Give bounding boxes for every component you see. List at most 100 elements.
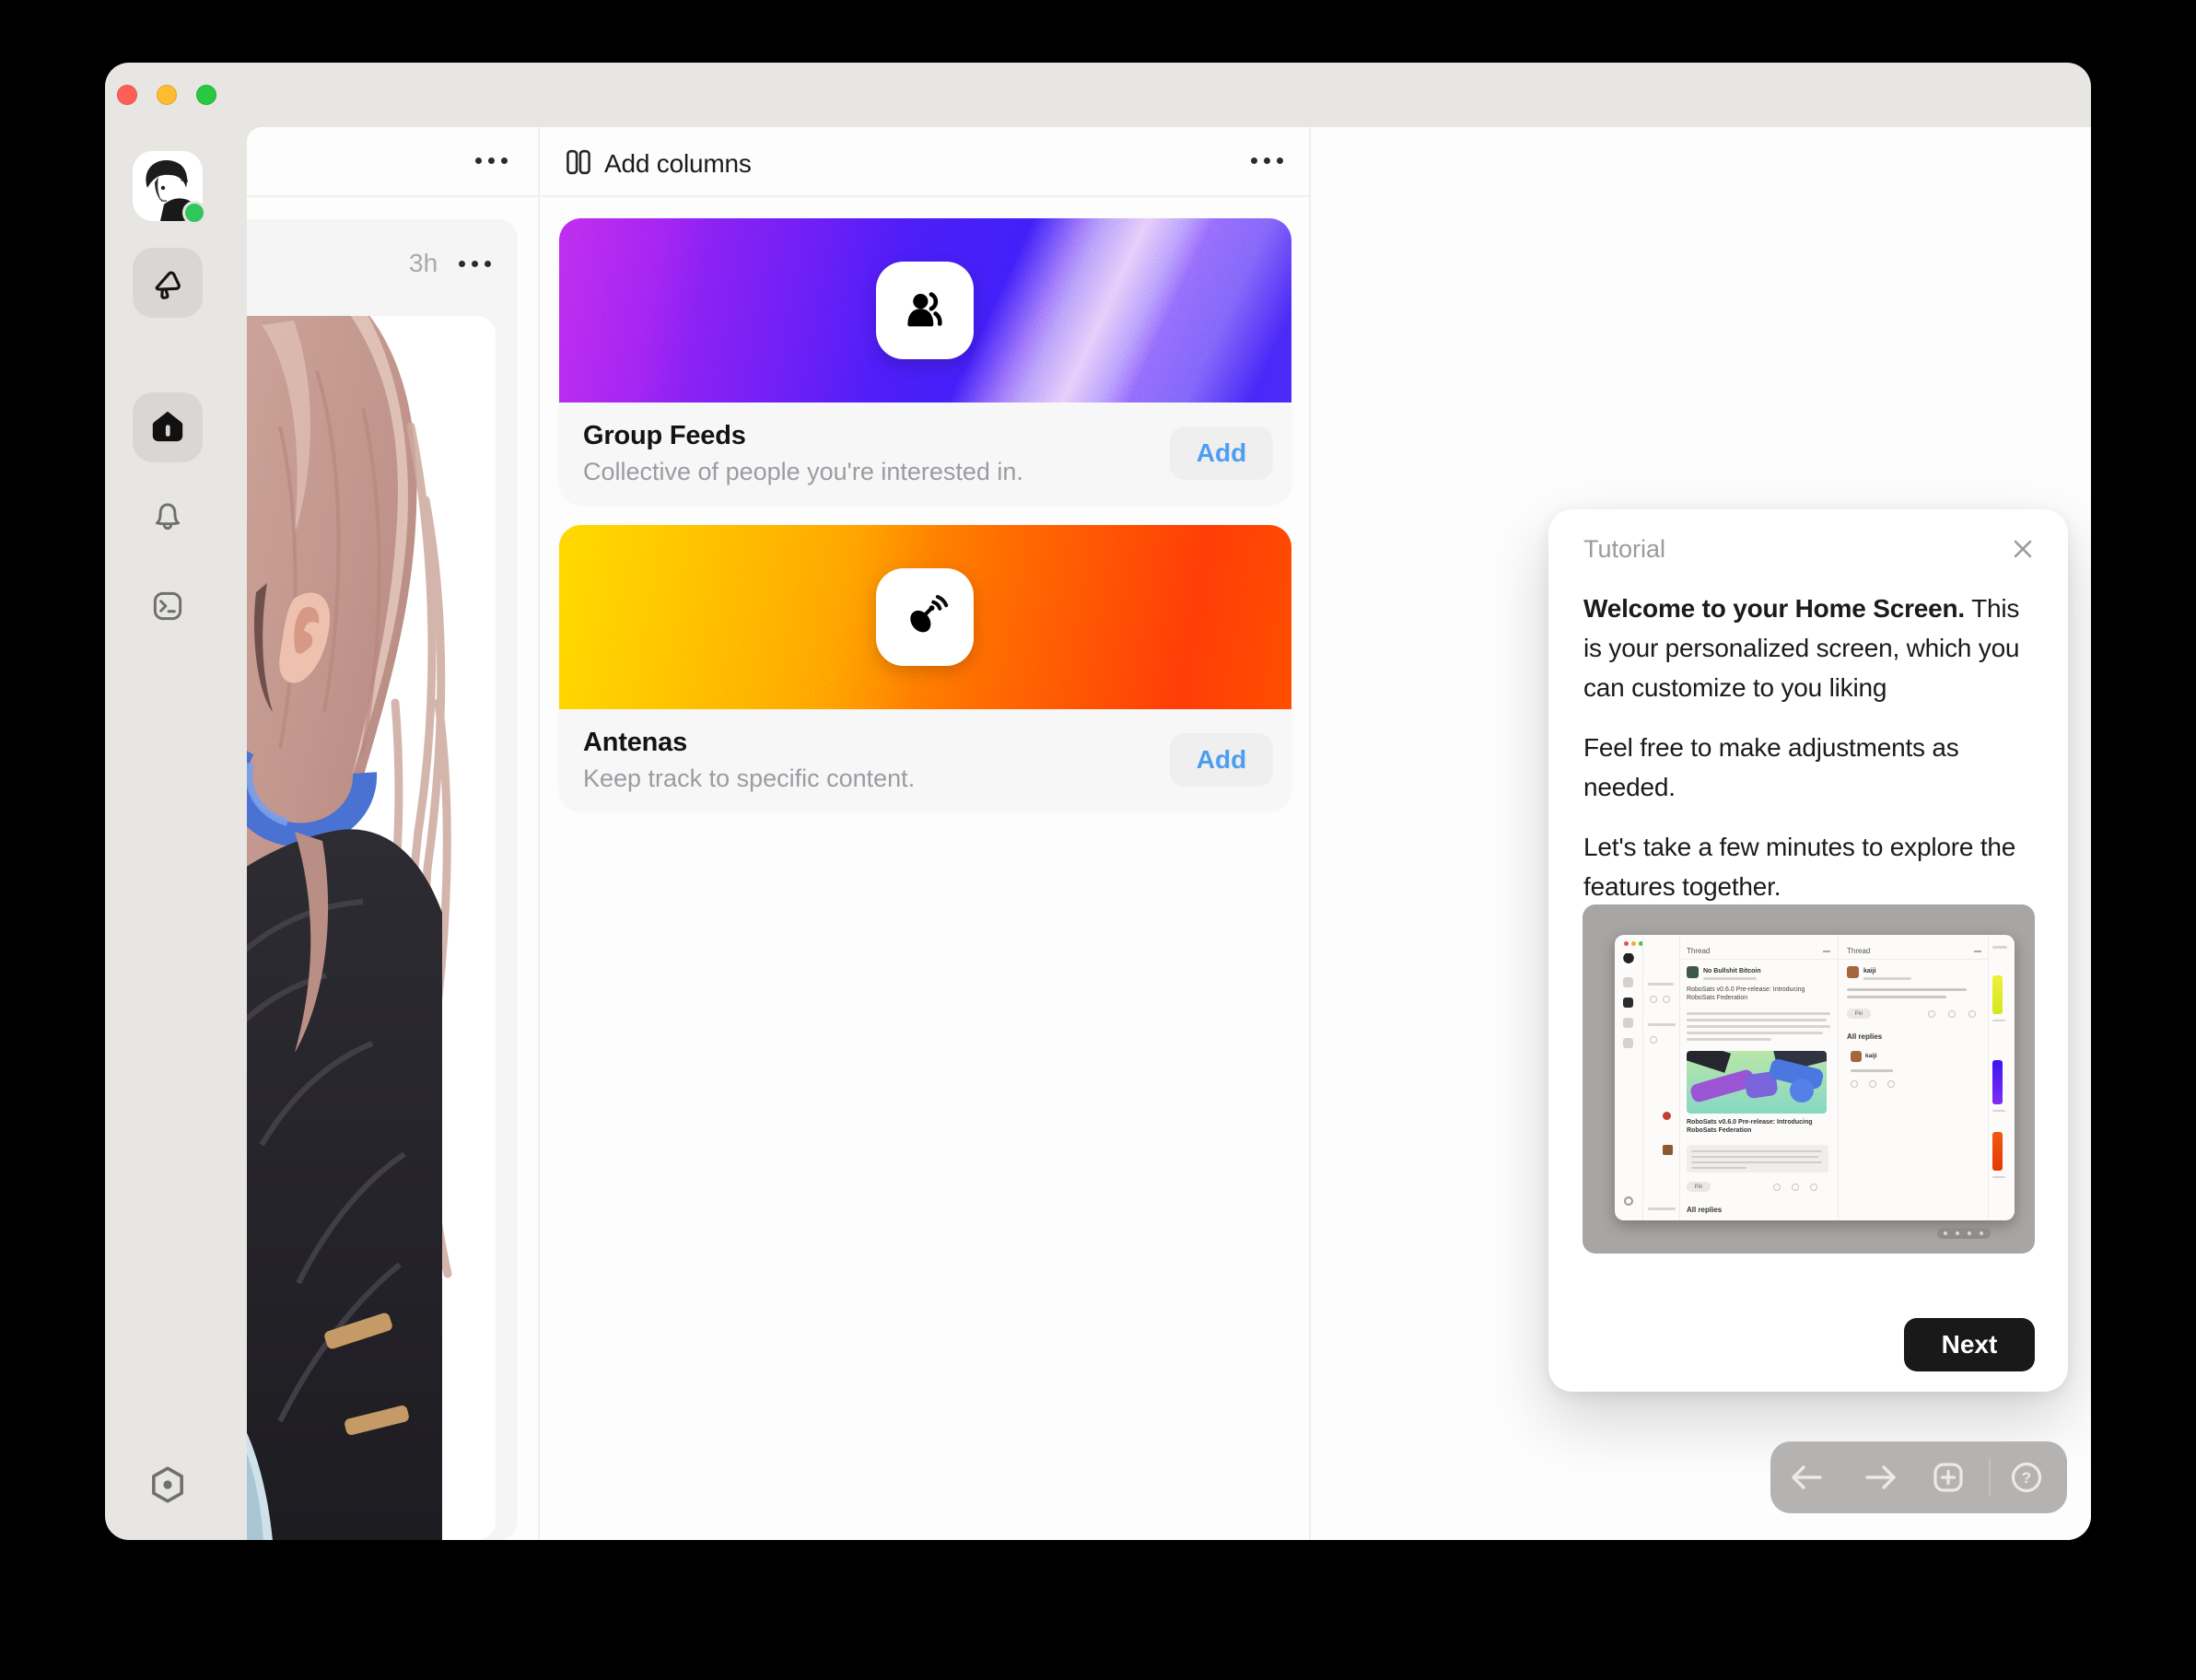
mini-robot-image: [1687, 1051, 1827, 1114]
mini-quote-title: RoboSats v0.6.0 Pre-release: Introducing…: [1687, 1119, 1827, 1135]
mini-quote-card: [1687, 1145, 1828, 1172]
tutorial-paragraph-2: Feel free to make adjustments as needed.: [1583, 728, 2042, 807]
mini-reaction: [1663, 996, 1670, 1003]
group-people-icon: [898, 284, 952, 337]
mini-action-icon: [1928, 1010, 1935, 1018]
mini-divider: [1988, 935, 1989, 1220]
back-arrow-icon[interactable]: [1789, 1459, 1826, 1496]
mini-console-icon: [1623, 1038, 1633, 1048]
mini-min-dot: [1631, 941, 1636, 946]
forward-arrow-icon[interactable]: [1862, 1459, 1898, 1496]
next-button[interactable]: Next: [1904, 1318, 2035, 1371]
add-antenas-button[interactable]: Add: [1170, 733, 1273, 787]
text-bar: [1847, 996, 1946, 998]
add-group-feeds-button[interactable]: Add: [1170, 426, 1273, 480]
main-panel: Add columns 3h: [247, 127, 2091, 1540]
text-bar: [1992, 1176, 2005, 1178]
add-columns-menu-button[interactable]: [1245, 152, 1289, 169]
welcome-bold: Welcome to your Home Screen.: [1583, 594, 1965, 623]
navigation-toolbar: ?: [1770, 1441, 2067, 1513]
close-icon[interactable]: [2009, 535, 2037, 563]
zoom-window-button[interactable]: [196, 85, 216, 105]
mini-divider: [1838, 935, 1839, 1220]
text-bar: [1691, 1150, 1822, 1152]
tutorial-paragraph-3: Let's take a few minutes to explore the …: [1583, 827, 2042, 906]
mini-thread-header-2: Thread: [1847, 947, 1870, 955]
mini-robot-fist: [1790, 1079, 1814, 1102]
first-column-menu-button[interactable]: [470, 152, 513, 169]
antenas-info: Antenas Keep track to specific content. …: [559, 709, 1291, 811]
mini-column-tile-blue: [1992, 1060, 2003, 1104]
mini-post-author: No Bullshit Bitcoin: [1703, 967, 1761, 975]
mini-avatar: [1621, 953, 1636, 968]
mini-nav-dot: [1956, 1231, 1959, 1235]
sidebar-item-home[interactable]: [133, 392, 203, 462]
text-bar: [1992, 1110, 2005, 1112]
svg-text:?: ?: [2022, 1469, 2031, 1487]
text-bar: [1687, 1025, 1830, 1028]
mini-compose-icon: [1623, 977, 1633, 987]
text-bar: [1992, 946, 2007, 949]
mini-close-dot: [1624, 941, 1629, 946]
mini-divider: [1679, 935, 1680, 1220]
tutorial-thumbnail: Thread No Bullshit Bitcoin RoboSats v0.6…: [1583, 904, 2035, 1254]
text-bar: [1847, 988, 1967, 991]
sidebar-avatar[interactable]: [133, 151, 203, 221]
post-menu-button[interactable]: [453, 255, 496, 273]
minimize-window-button[interactable]: [157, 85, 177, 105]
megaphone-icon: [146, 262, 189, 304]
mini-menu: [1974, 951, 1981, 952]
mini-nav-pill: [1937, 1228, 1991, 1239]
text-bar: [1687, 1012, 1830, 1015]
help-icon[interactable]: ?: [2008, 1459, 2045, 1496]
mini-action-icon: [1948, 1010, 1956, 1018]
text-bar: [1687, 1019, 1827, 1021]
mini-bell-icon: [1623, 1018, 1633, 1028]
mini-reply-author: kaiji: [1863, 967, 1876, 975]
mini-header-divider: [1838, 959, 1988, 960]
tutorial-label: Tutorial: [1583, 535, 1665, 564]
antenas-card[interactable]: Antenas Keep track to specific content. …: [559, 525, 1291, 811]
column-divider: [538, 127, 540, 1540]
mini-post-title: RoboSats v0.6.0 Pre-release: Introducing…: [1687, 986, 1832, 1002]
mini-divider: [1642, 935, 1643, 1220]
sidebar-item-console[interactable]: [133, 571, 203, 641]
group-feeds-info: Group Feeds Collective of people you're …: [559, 402, 1291, 504]
mini-pin-chip: Pin: [1687, 1182, 1711, 1192]
mini-nav-dot: [1980, 1231, 1983, 1235]
mini-robot-arm-dark: [1687, 1051, 1731, 1073]
text-bar: [1691, 1161, 1822, 1163]
text-bar: [1691, 1156, 1818, 1158]
sidebar-item-settings[interactable]: [133, 1450, 203, 1520]
header-divider: [247, 195, 1311, 197]
close-window-button[interactable]: [117, 85, 137, 105]
text-bar: [1648, 983, 1674, 986]
group-feeds-card[interactable]: Group Feeds Collective of people you're …: [559, 218, 1291, 504]
traffic-lights: [117, 85, 216, 105]
sidebar-item-notifications[interactable]: [133, 481, 203, 551]
add-column-icon[interactable]: [1930, 1459, 1967, 1496]
antenas-tile: [876, 568, 974, 666]
mini-action-icon: [1887, 1080, 1895, 1088]
mini-thread-header: Thread: [1687, 947, 1710, 955]
sidebar-item-broadcast[interactable]: [133, 248, 203, 318]
mini-nav-dot: [1968, 1231, 1971, 1235]
mini-reaction: [1650, 1036, 1657, 1044]
post-image[interactable]: [247, 316, 496, 1540]
mini-settings-icon: [1624, 1196, 1633, 1206]
app-window: Add columns 3h: [105, 63, 2091, 1540]
text-bar: [1851, 1069, 1893, 1072]
bell-icon: [148, 496, 187, 535]
mini-emoji: [1663, 1112, 1671, 1120]
mini-post-avatar: [1687, 966, 1699, 978]
tutorial-paragraph-welcome: Welcome to your Home Screen. This is you…: [1583, 589, 2042, 707]
mini-action-icon: [1968, 1010, 1976, 1018]
terminal-icon: [148, 587, 187, 625]
text-bar: [1687, 1032, 1823, 1034]
mini-action-icon: [1810, 1184, 1817, 1191]
mini-action-icon: [1792, 1184, 1799, 1191]
mini-header-divider: [1679, 959, 1838, 960]
mini-nav-dot: [1944, 1231, 1947, 1235]
text-bar: [1687, 1038, 1771, 1041]
text-bar: [1703, 977, 1757, 980]
